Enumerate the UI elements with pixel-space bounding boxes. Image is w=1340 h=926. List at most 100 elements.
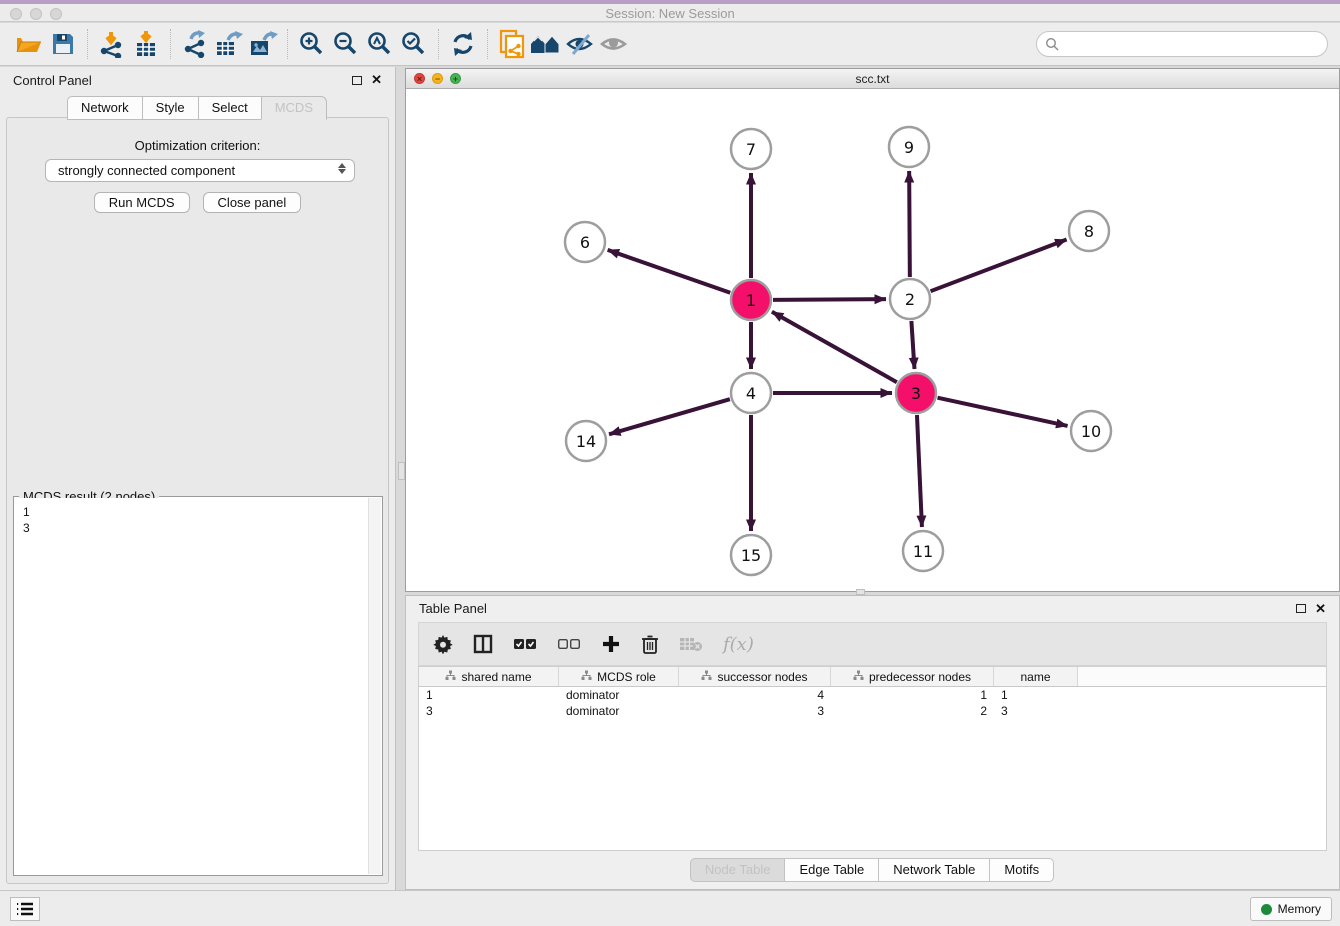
tab-select[interactable]: Select: [198, 96, 262, 120]
svg-text:3: 3: [911, 384, 921, 403]
table-cell[interactable]: 3: [419, 703, 559, 719]
delete-table-icon[interactable]: [679, 636, 703, 652]
table-cell[interactable]: 3: [679, 703, 831, 719]
toolbar-separator: [487, 29, 488, 59]
graph-node-4[interactable]: 4: [731, 373, 771, 413]
column-header-predecessor-nodes[interactable]: predecessor nodes: [831, 667, 994, 686]
graph-node-3[interactable]: 3: [896, 373, 936, 413]
svg-text:11: 11: [913, 542, 933, 561]
tab-style[interactable]: Style: [142, 96, 199, 120]
search-box: [1036, 31, 1328, 57]
svg-text:2: 2: [905, 290, 915, 309]
edge-4-to-14[interactable]: [609, 399, 730, 434]
edge-3-to-11[interactable]: [917, 415, 922, 527]
export-table-icon[interactable]: [212, 27, 246, 61]
edge-1-to-2[interactable]: [773, 299, 886, 300]
tab-network-table[interactable]: Network Table: [878, 858, 990, 882]
svg-text:6: 6: [580, 233, 590, 252]
svg-text:10: 10: [1081, 422, 1101, 441]
float-table-panel-icon[interactable]: [1296, 604, 1306, 613]
mcds-result-text[interactable]: 1 3: [15, 498, 368, 874]
svg-text:7: 7: [746, 140, 756, 159]
column-header-successor-nodes[interactable]: successor nodes: [679, 667, 831, 686]
edge-3-to-10[interactable]: [937, 398, 1067, 426]
sort-icon: [581, 670, 592, 684]
optimization-criterion-select[interactable]: strongly connected component: [45, 159, 355, 182]
tab-motifs[interactable]: Motifs: [989, 858, 1054, 882]
column-header-MCDS-role[interactable]: MCDS role: [559, 667, 679, 686]
mcds-result-scrollbar[interactable]: [368, 498, 381, 874]
graph-node-8[interactable]: 8: [1069, 211, 1109, 251]
network-window-titlebar[interactable]: × − + scc.txt: [406, 69, 1339, 89]
graph-node-6[interactable]: 6: [565, 222, 605, 262]
edge-2-to-9[interactable]: [909, 171, 910, 277]
column-label: shared name: [461, 670, 531, 684]
table-cell[interactable]: 2: [831, 703, 994, 719]
first-neighbors-icon[interactable]: [529, 27, 563, 61]
save-session-icon[interactable]: [46, 27, 80, 61]
column-header-shared-name[interactable]: shared name: [419, 667, 559, 686]
export-network-icon[interactable]: [178, 27, 212, 61]
show-columns-icon[interactable]: [473, 634, 493, 654]
close-table-panel-icon[interactable]: ✕: [1315, 604, 1326, 614]
add-column-icon[interactable]: [601, 634, 621, 654]
tab-edge-table[interactable]: Edge Table: [784, 858, 879, 882]
table-cell[interactable]: 1: [419, 687, 559, 703]
graph-node-1[interactable]: 1: [731, 280, 771, 320]
zoom-fit-content-icon[interactable]: [363, 27, 397, 61]
search-input[interactable]: [1036, 31, 1328, 57]
run-mcds-button[interactable]: Run MCDS: [94, 192, 190, 213]
export-image-icon[interactable]: [246, 27, 280, 61]
graph-node-9[interactable]: 9: [889, 127, 929, 167]
close-panel-button[interactable]: Close panel: [203, 192, 302, 213]
graph-node-7[interactable]: 7: [731, 129, 771, 169]
network-canvas[interactable]: 7 9 6 8 1 2 4 3 14 10 15 11: [406, 90, 1339, 591]
table-cell[interactable]: dominator: [559, 687, 679, 703]
graph-node-2[interactable]: 2: [890, 279, 930, 319]
tab-node-table[interactable]: Node Table: [690, 858, 786, 882]
edge-3-to-1[interactable]: [772, 312, 897, 382]
graph-node-14[interactable]: 14: [566, 421, 606, 461]
import-table-from-file-icon[interactable]: [129, 27, 163, 61]
table-cell[interactable]: 1: [831, 687, 994, 703]
table-cell[interactable]: 1: [994, 687, 1078, 703]
show-all-icon[interactable]: [597, 27, 631, 61]
toolbar-separator: [170, 29, 171, 59]
function-builder-icon[interactable]: f(x): [723, 634, 754, 655]
edge-2-to-8[interactable]: [931, 240, 1067, 292]
table-settings-icon[interactable]: [433, 634, 453, 654]
apply-preferred-layout-icon[interactable]: [446, 27, 480, 61]
graph-node-11[interactable]: 11: [903, 531, 943, 571]
delete-column-icon[interactable]: [641, 634, 659, 654]
graph-node-10[interactable]: 10: [1071, 411, 1111, 451]
table-row[interactable]: 3dominator323: [419, 703, 1326, 719]
table-body: 1dominator4113dominator323: [419, 687, 1326, 719]
new-network-from-selection-icon[interactable]: [495, 27, 529, 61]
select-all-columns-icon[interactable]: [513, 637, 537, 651]
import-network-from-file-icon[interactable]: [95, 27, 129, 61]
table-cell[interactable]: dominator: [559, 703, 679, 719]
edge-2-to-3[interactable]: [911, 321, 914, 369]
memory-button[interactable]: Memory: [1250, 897, 1332, 921]
control-panel-title: Control Panel: [13, 73, 92, 88]
zoom-out-icon[interactable]: [329, 27, 363, 61]
show-panels-list-button[interactable]: [10, 897, 40, 921]
tab-network[interactable]: Network: [67, 96, 143, 120]
zoom-selected-region-icon[interactable]: [397, 27, 431, 61]
vertical-splitter-handle[interactable]: [398, 462, 405, 480]
tab-mcds[interactable]: MCDS: [261, 96, 327, 120]
deselect-all-columns-icon[interactable]: [557, 637, 581, 651]
graph-node-15[interactable]: 15: [731, 535, 771, 575]
close-panel-icon[interactable]: ✕: [371, 75, 382, 85]
hide-selected-icon[interactable]: [563, 27, 597, 61]
network-window-title: scc.txt: [406, 72, 1339, 86]
float-panel-icon[interactable]: [352, 76, 362, 85]
zoom-in-icon[interactable]: [295, 27, 329, 61]
edge-1-to-6[interactable]: [608, 250, 731, 293]
open-file-icon[interactable]: [12, 27, 46, 61]
table-cell[interactable]: 4: [679, 687, 831, 703]
main-toolbar: [0, 23, 1340, 66]
table-row[interactable]: 1dominator411: [419, 687, 1326, 703]
column-header-name[interactable]: name: [994, 667, 1078, 686]
table-cell[interactable]: 3: [994, 703, 1078, 719]
